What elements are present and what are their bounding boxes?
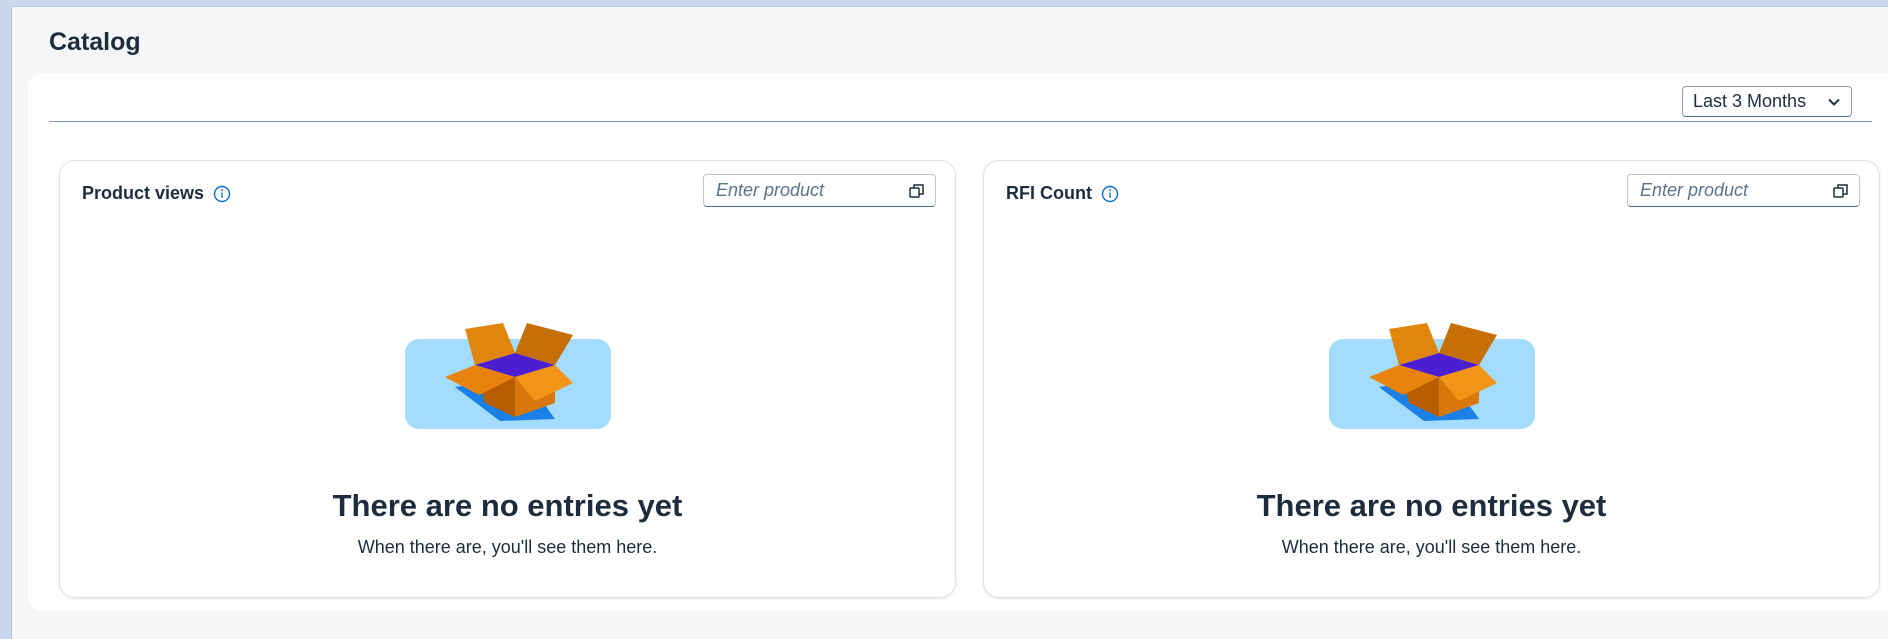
product-input-field[interactable] bbox=[1627, 174, 1860, 207]
card-title: RFI Count bbox=[1006, 183, 1119, 204]
product-input[interactable] bbox=[716, 180, 896, 201]
empty-state-title: There are no entries yet bbox=[332, 488, 683, 523]
card-title-text: Product views bbox=[82, 183, 205, 203]
product-input-field[interactable] bbox=[703, 174, 936, 207]
value-help-icon[interactable] bbox=[908, 182, 926, 200]
info-icon[interactable] bbox=[1101, 185, 1119, 203]
empty-state-subtitle: When there are, you'll see them here. bbox=[1281, 537, 1582, 557]
product-input[interactable] bbox=[1640, 180, 1820, 201]
page-content: Catalog Last 3 Months Product views Ente… bbox=[11, 6, 1888, 639]
info-icon[interactable] bbox=[213, 185, 231, 203]
empty-box-illustration bbox=[405, 323, 611, 429]
product-views-card: Product views Enter product There are no… bbox=[59, 160, 956, 598]
card-title-text: RFI Count bbox=[1006, 183, 1092, 203]
empty-state-title: There are no entries yet bbox=[1256, 488, 1607, 523]
rfi-count-card: RFI Count Enter product There are no ent… bbox=[983, 160, 1880, 598]
time-range-select[interactable]: Last 3 Months bbox=[1682, 86, 1852, 117]
toolbar-divider bbox=[49, 121, 1872, 122]
app-frame: Catalog Last 3 Months Product views Ente… bbox=[0, 0, 1888, 639]
value-help-icon[interactable] bbox=[1832, 182, 1850, 200]
empty-box-illustration bbox=[1329, 323, 1535, 429]
empty-state-subtitle: When there are, you'll see them here. bbox=[357, 537, 658, 557]
card-title: Product views bbox=[82, 183, 231, 204]
page-title: Catalog bbox=[49, 28, 141, 56]
chevron-down-icon bbox=[1828, 98, 1840, 106]
time-range-value: Last 3 Months bbox=[1693, 91, 1807, 111]
